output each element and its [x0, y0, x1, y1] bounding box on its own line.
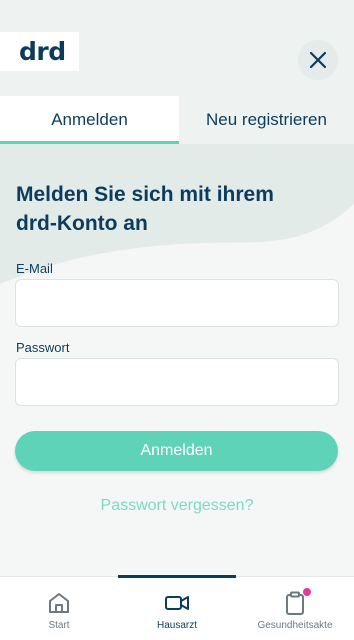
title-line-2: drd-Konto an — [16, 212, 148, 235]
nav-label-start: Start — [48, 620, 70, 631]
nav-item-gesundheitsakte[interactable]: Gesundheitsakte — [236, 577, 354, 640]
forgot-password-link[interactable]: Passwort vergessen? — [0, 497, 354, 515]
close-button[interactable] — [298, 40, 338, 80]
nav-item-hausarzt[interactable]: Hausarzt — [118, 575, 236, 640]
notification-badge — [303, 588, 311, 596]
login-screen: drd Anmelden Neu registrieren Melden Sie… — [0, 0, 354, 640]
logo: drd — [0, 32, 79, 71]
nav-label-gesundheitsakte: Gesundheitsakte — [257, 620, 333, 631]
header: drd — [0, 0, 354, 96]
title-line-1: Melden Sie sich mit ihrem — [16, 183, 274, 206]
password-label: Passwort — [16, 340, 70, 355]
logo-text: drd — [19, 37, 66, 66]
clipboard-icon-wrapper — [282, 588, 311, 616]
close-icon — [309, 51, 327, 69]
nav-item-start[interactable]: Start — [0, 577, 118, 640]
login-button[interactable]: Anmelden — [15, 431, 338, 471]
nav-label-hausarzt: Hausarzt — [156, 620, 197, 631]
tab-register-label: Neu registrieren — [206, 110, 327, 129]
page-title: Melden Sie sich mit ihrem drd-Konto an — [16, 180, 336, 238]
bottom-navigation: Start Hausarzt Gesundheitsakte — [0, 575, 354, 640]
login-form: Melden Sie sich mit ihrem drd-Konto an E… — [0, 144, 354, 576]
tab-register[interactable]: Neu registrieren — [179, 96, 354, 144]
video-camera-icon — [165, 596, 189, 610]
email-field[interactable] — [15, 279, 339, 327]
tab-login[interactable]: Anmelden — [0, 96, 179, 144]
home-icon — [49, 593, 69, 613]
password-field[interactable] — [15, 358, 339, 406]
email-label: E-Mail — [16, 261, 53, 276]
active-nav-indicator — [118, 575, 236, 578]
tab-login-label: Anmelden — [51, 110, 128, 129]
auth-tabs: Anmelden Neu registrieren — [0, 96, 354, 144]
